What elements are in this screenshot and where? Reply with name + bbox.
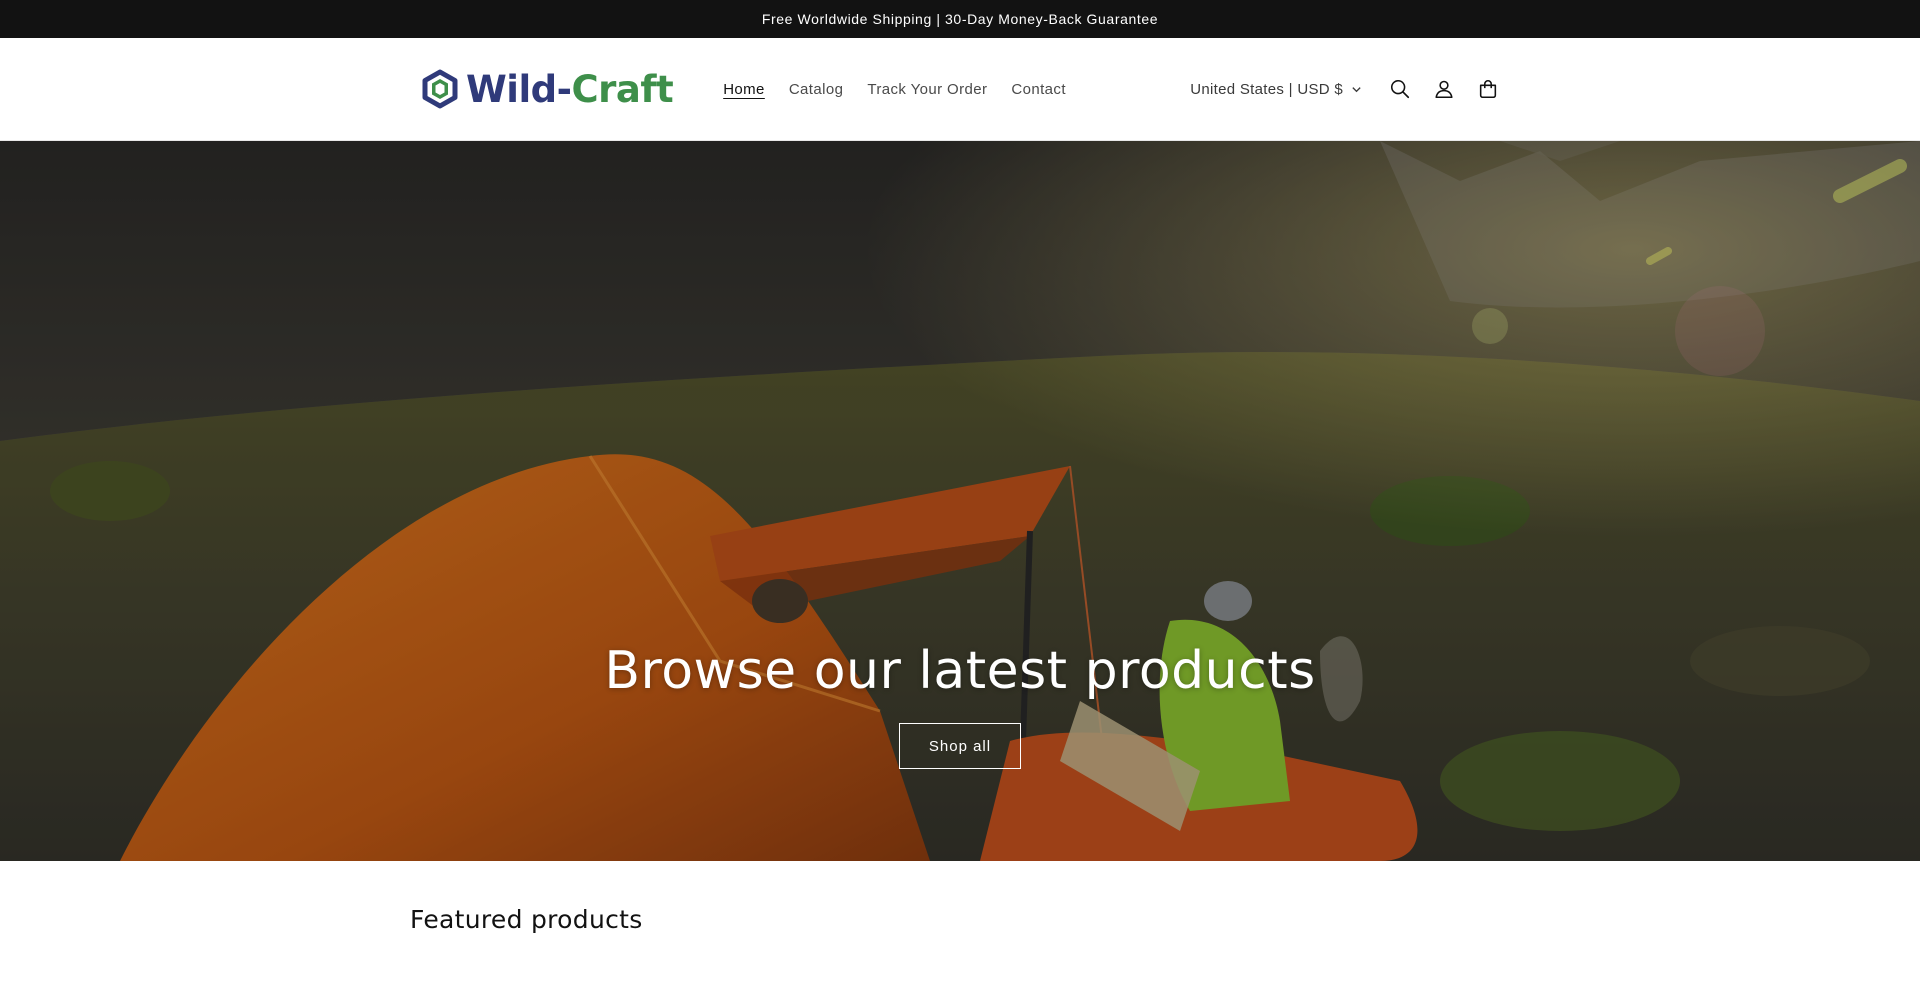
nav-track-order[interactable]: Track Your Order xyxy=(855,81,999,98)
announcement-bar: Free Worldwide Shipping | 30-Day Money-B… xyxy=(0,0,1920,38)
nav-contact[interactable]: Contact xyxy=(999,81,1078,98)
nav-catalog[interactable]: Catalog xyxy=(777,81,856,98)
account-button[interactable] xyxy=(1422,67,1466,111)
site-header: Wild-Craft Home Catalog Track Your Order… xyxy=(0,38,1920,141)
cart-icon xyxy=(1479,80,1497,99)
main-nav: Home Catalog Track Your Order Contact xyxy=(711,81,1078,98)
country-selector[interactable]: United States | USD $ xyxy=(1190,81,1362,98)
shop-all-button[interactable]: Shop all xyxy=(899,723,1021,769)
site-logo[interactable]: Wild-Craft xyxy=(420,67,674,111)
chevron-down-icon xyxy=(1352,86,1361,92)
search-button[interactable] xyxy=(1378,67,1422,111)
hero-content: Browse our latest products Shop all xyxy=(0,641,1920,769)
featured-products-section: Featured products xyxy=(0,861,1920,993)
country-selector-label: United States | USD $ xyxy=(1190,80,1343,98)
announcement-text: Free Worldwide Shipping | 30-Day Money-B… xyxy=(761,11,1159,27)
logo-text: Wild-Craft xyxy=(466,67,674,111)
nav-home[interactable]: Home xyxy=(711,81,777,98)
cart-button[interactable] xyxy=(1466,67,1510,111)
featured-products-title: Featured products xyxy=(410,905,643,934)
header-actions: United States | USD $ xyxy=(1190,67,1510,111)
hero-banner: Browse our latest products Shop all xyxy=(0,141,1920,861)
hero-title: Browse our latest products xyxy=(604,641,1316,701)
account-icon xyxy=(1435,80,1453,99)
logo-hexagon-icon xyxy=(422,69,458,109)
search-icon xyxy=(1390,79,1410,99)
